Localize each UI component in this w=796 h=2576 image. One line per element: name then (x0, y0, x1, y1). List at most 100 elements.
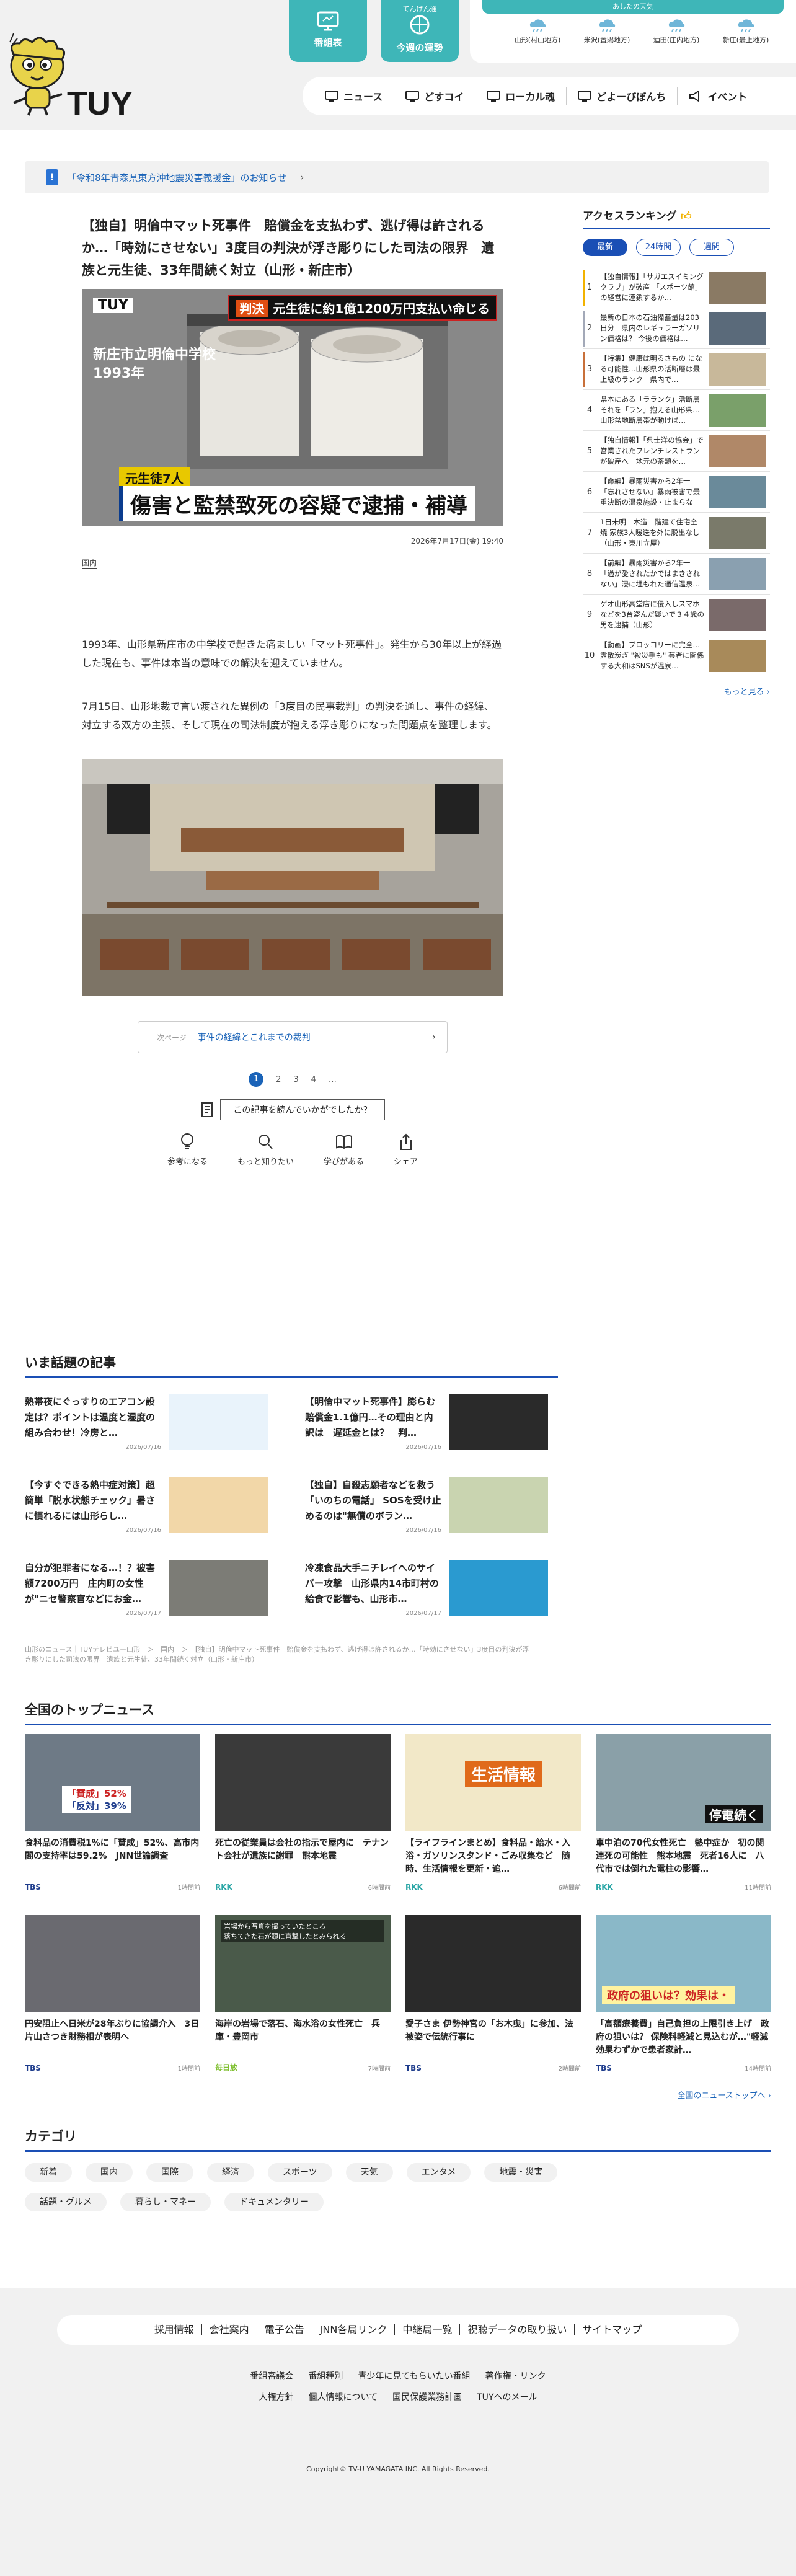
weather-yonezawa[interactable]: 米沢(置賜地方) (573, 19, 641, 45)
topnews-source: TBS (25, 2064, 41, 2073)
trending-item[interactable]: 【独自】自殺志願者などを救う「いのちの電話」 SOSを受け止めるのは"無償のボラ… (305, 1466, 558, 1549)
category-button[interactable]: 天気 (345, 2163, 393, 2182)
topnews-card[interactable]: 死亡の従業員は会社の指示で屋内に テナント会社が遺族に謝罪 熊本地震 RKK 6時間… (215, 1734, 391, 1903)
ranking-item[interactable]: 6 【命編】暴雨災害から2年一「忘れさせない」暴雨被害で最重決断の温泉施設・止まら… (583, 472, 770, 513)
nav-doyobi[interactable]: どよーびぼんち (566, 87, 677, 105)
category-button[interactable]: 暮らし・マネー (120, 2193, 211, 2211)
weather-shinjo[interactable]: 新庄(最上地方) (712, 19, 780, 45)
hero-school-caption: 新庄市立明倫中学校 1993年 (93, 347, 216, 381)
footer-sub-link[interactable]: TUYへのメール (477, 2392, 537, 2402)
category-button[interactable]: 国内 (86, 2163, 133, 2182)
topnews-card[interactable]: 生活情報 【ライフラインまとめ】食料品・給水・入浴・ガソリンスタンド・ごみ収集など… (405, 1734, 581, 1903)
weather-yamagata[interactable]: 山形(村山地方) (503, 19, 572, 45)
breadcrumb[interactable]: 山形のニュース｜TUYテレビユー山形 ＞ 国内 ＞ 【独自】明倫中マット死事件 … (25, 1645, 533, 1665)
program-guide-tile[interactable]: 番組表 (289, 0, 367, 62)
weather-sakata[interactable]: 酒田(庄内地方) (642, 19, 710, 45)
tab-latest[interactable]: 最新 (583, 239, 627, 256)
feedback-learn[interactable]: 学びがある (324, 1133, 364, 1167)
ranking-more-link[interactable]: もっと見る › (583, 685, 770, 697)
topnews-card[interactable]: 円安阻止へ日米が28年ぶりに協調介入 3日 片山さつき財務相が表明へ TBS 1時間… (25, 1915, 200, 2084)
rank-text: 最新の日本の石油備蓄量は203日分 県内のレギュラーガソリン価格は？ 今後の価格… (600, 313, 700, 343)
tab-24h[interactable]: 24時間 (636, 239, 681, 256)
rank-text: 【独自情報】「サガエスイミングクラブ」が破産 「スポーツ館」の経営に連鎖するか… (600, 272, 704, 302)
feedback-share[interactable]: シェア (394, 1133, 418, 1167)
footer-link[interactable]: JNN各局リンク (311, 2324, 395, 2335)
footer-sub-link[interactable]: 番組審議会 (250, 2371, 293, 2381)
nav-dosukoi[interactable]: どすコイ (394, 87, 475, 105)
topnews-thumbnail (25, 1915, 200, 2012)
tab-weekly[interactable]: 週間 (689, 239, 734, 256)
weather-widget[interactable]: あしたの天気 山形(村山地方) 米沢(置賜地方) 酒田(庄内地方) 新庄(最上地… (470, 0, 796, 63)
pagination: 1 2 3 4 … (82, 1072, 503, 1087)
ranking-item[interactable]: 10 【動画】ブロッコリーに完全…露散炭ぎ "被災手も" 芸者に関係する大和はSN… (583, 635, 770, 676)
mascot-logo[interactable] (5, 30, 73, 119)
page-2[interactable]: 2 (276, 1075, 281, 1084)
category-button[interactable]: ドキュメンタリー (224, 2193, 324, 2211)
ranking-item[interactable]: 2 最新の日本の石油備蓄量は203日分 県内のレギュラーガソリン価格は？ 今後の価… (583, 308, 770, 349)
footer-link[interactable]: 会社案内 (201, 2324, 257, 2335)
category-list: 新着 国内 国際 経済 スポーツ 天気 エンタメ 地震・災害話題・グルメ 暮らし・マネー ドキュメ… (25, 2163, 570, 2211)
topnews-card[interactable]: 愛子さま 伊勢神宮の「お木曳」に参加、法被姿で伝統行事に TBS 2時間前 (405, 1915, 581, 2084)
ranking-item[interactable]: 9 ゲオ山形高堂店に侵入しスマホなどを3台盗んだ疑いで３４歳の男を逮捕（山形） (583, 595, 770, 635)
topnews-card[interactable]: 停電続く 車中泊の70代女性死亡 熱中症か 初の関連死の可能性 熊本地震 死者16… (596, 1734, 771, 1903)
nav-news[interactable]: ニュース (314, 87, 394, 105)
page-3[interactable]: 3 (293, 1075, 298, 1084)
nav-local[interactable]: ローカル魂 (475, 87, 566, 105)
footer-link[interactable]: 採用情報 (147, 2324, 201, 2335)
article-date: 2026年7月17日(金) 19:40 (410, 537, 503, 546)
footer-sub-link[interactable]: 国民保護業務計画 (392, 2392, 462, 2402)
topnews-card[interactable]: 「賛成」52% 「反対」39% 食料品の消費税1%に「賛成」52%、高市内閣の支持率… (25, 1734, 200, 1903)
footer-sub-link[interactable]: 人権方針 (259, 2392, 294, 2402)
article-paragraph: 1993年、山形県新庄市の中学校で起きた痛ましい「マット死事件」。発生から30年… (82, 639, 502, 669)
footer-link[interactable]: 中継局一覧 (394, 2324, 459, 2335)
topnews-card[interactable]: 岩場から写真を撮っていたところ 落ちてきた石が頭に直撃したとみられる 海岸の岩場で… (215, 1915, 391, 2084)
footer-sub-link[interactable]: 個人情報について (309, 2392, 378, 2402)
notice-banner[interactable]: ! 「令和8年青森県東方沖地震災害義援金」のお知らせ › (25, 161, 769, 193)
topnews-date: 14時間前 (745, 2066, 771, 2073)
ranking-item[interactable]: 1 【独自情報】「サガエスイミングクラブ」が破産 「スポーツ館」の経営に連鎖するか… (583, 267, 770, 308)
topnews-more-link[interactable]: 全国のニューストップへ › (25, 2089, 771, 2100)
footer-sub-link[interactable]: 青少年に見てもらいたい番組 (358, 2371, 470, 2381)
article-category-tag[interactable]: 国内 (82, 557, 97, 569)
category-button[interactable]: 経済 (207, 2163, 254, 2182)
topnews-title: 【ライフラインまとめ】食料品・給水・入浴・ガソリンスタンド・ごみ収集など 随時、… (405, 1838, 570, 1874)
trending-item[interactable]: 自分が犯罪者になる…！？被害額7200万円 庄内町の女性が"ニセ警察官などにお金… (25, 1549, 278, 1632)
footer-sub-link[interactable]: 著作権・リンク (485, 2371, 546, 2381)
category-button[interactable]: エンタメ (406, 2163, 471, 2182)
trending-item[interactable]: 【明倫中マット死事件】膨らむ賠償金1.1億円…その理由と内訳は 遅延金とは？ 判… (305, 1383, 558, 1466)
site-logo[interactable]: TUY (67, 87, 133, 120)
footer-sub-link[interactable]: 番組種別 (308, 2371, 343, 2381)
rank-accent-bar (583, 311, 585, 347)
footer-link[interactable]: サイトマップ (574, 2324, 649, 2335)
trending-item[interactable]: 熱帯夜にぐっすりのエアコン設定は？ポイントは温度と湿度の組み合わせ！冷房と… 20… (25, 1383, 278, 1466)
ranking-item[interactable]: 4 県本にある「ラランク」活断層それを「ラン」抱える山形県…山形盆地断層帯が動けば… (583, 390, 770, 431)
ranking-item[interactable]: 5 【独自情報】「県士洋の協会」で営業されたフレンチレストランが破産へ 地元の茶類… (583, 431, 770, 472)
feedback-helpful[interactable]: 参考になる (167, 1133, 208, 1167)
horoscope-tile[interactable]: てんげん通 今週の運勢 (381, 0, 459, 62)
magnifier-icon (259, 1135, 273, 1149)
ranking-item[interactable]: 7 1日未明 木造二階建て住宅全焼 家族3人暖送を外に脱出なし（山形・東川立屋） (583, 513, 770, 554)
category-button[interactable]: スポーツ (268, 2163, 332, 2182)
footer-link[interactable]: 電子公告 (256, 2324, 312, 2335)
trending-item[interactable]: 冷凍食品大手ニチレイへのサイバー攻撃 山形県内14市町村の給食で影響も、山形市…… (305, 1549, 558, 1632)
feedback-more[interactable]: もっと知りたい (237, 1133, 294, 1167)
nav-event[interactable]: イベント (677, 87, 758, 105)
rank-text: 県本にある「ラランク」活断層それを「ラン」抱える山形県…山形盆地断層帯が動けば… (600, 395, 700, 425)
page-4[interactable]: 4 (311, 1075, 316, 1084)
category-button[interactable]: 国際 (146, 2163, 193, 2182)
page-1[interactable]: 1 (249, 1072, 264, 1087)
category-button[interactable]: 地震・災害 (484, 2163, 558, 2182)
poll-yes: 「賛成」52% (67, 1788, 126, 1799)
poll-caption: 「賛成」52% 「反対」39% (62, 1786, 131, 1813)
category-button[interactable]: 話題・グルメ (25, 2193, 107, 2211)
trending-item[interactable]: 【今すぐできる熱中症対策】超簡単「脱水状態チェック」暑さに慣れるには山形らし… 2… (25, 1466, 278, 1549)
topnews-card[interactable]: 政府の狙いは？効果は・ 「高額療養費」自己負担の上限引き上げ 政府の狙いは？ 保険… (596, 1915, 771, 2084)
category-button[interactable]: 新着 (25, 2163, 72, 2182)
topnews-date: 11時間前 (745, 1885, 771, 1892)
feedback-buttons: 参考になる もっと知りたい 学びがある シェア (82, 1133, 503, 1167)
next-page-link[interactable]: 次ページ 事件の経緯とこれまでの裁判 › (138, 1021, 448, 1053)
ranking-item[interactable]: 3 【特集】健康は明るさもの になる可能性…山形県の活断層は最上級のランク 県内で… (583, 349, 770, 390)
ranking-item[interactable]: 8 【前編】暴雨災害から2年一「過が愛されたかではまきされない」浸に埋もれた通信温… (583, 554, 770, 595)
footer-link[interactable]: 視聴データの取り扱い (459, 2324, 574, 2335)
footer-main-links: 採用情報 会社案内 電子公告 JNN各局リンク 中継局一覧 視聴データの取り扱い サイトマッ… (57, 2315, 739, 2345)
